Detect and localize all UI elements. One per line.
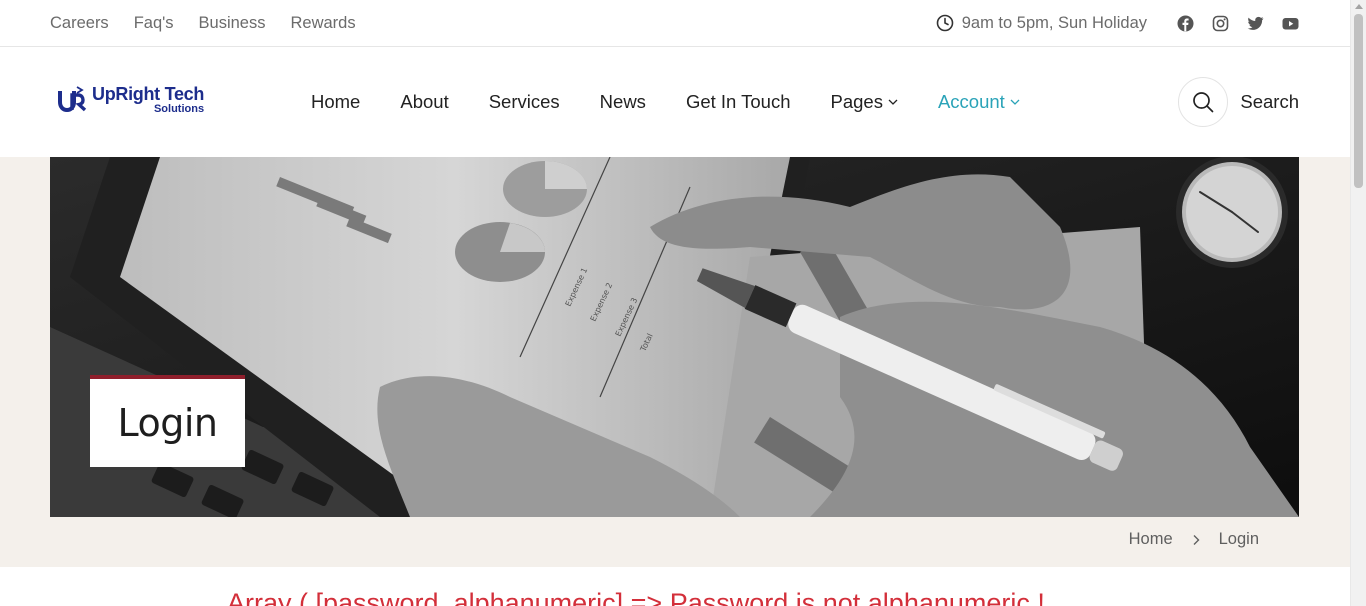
chevron-right-icon <box>1191 534 1201 546</box>
breadcrumb-home[interactable]: Home <box>1129 530 1173 549</box>
chevron-down-icon <box>1010 97 1020 107</box>
nav-get-in-touch[interactable]: Get In Touch <box>686 91 791 113</box>
hours-text: 9am to 5pm, Sun Holiday <box>961 13 1147 32</box>
logo-name: UpRight Tech <box>92 84 205 104</box>
scroll-thumb[interactable] <box>1354 14 1363 188</box>
facebook-icon[interactable] <box>1177 15 1194 32</box>
main-header: UpRight Tech Solutions Home About Servic… <box>0 47 1350 157</box>
top-link-business[interactable]: Business <box>199 14 266 33</box>
page-title-card: Login <box>90 375 245 467</box>
error-message: Array ( [password_alphanumeric] => Passw… <box>227 588 1045 606</box>
logo[interactable]: UpRight Tech Solutions <box>58 85 204 115</box>
instagram-icon[interactable] <box>1212 15 1229 32</box>
top-bar: Careers Faq's Business Rewards 9am to 5p… <box>0 0 1350 47</box>
top-link-faqs[interactable]: Faq's <box>134 14 174 33</box>
business-hours: 9am to 5pm, Sun Holiday <box>936 14 1147 33</box>
scroll-up-arrow[interactable] <box>1355 4 1363 9</box>
nav-about[interactable]: About <box>400 91 448 113</box>
nav-account[interactable]: Account <box>938 91 1020 113</box>
nav-services[interactable]: Services <box>489 91 560 113</box>
logo-subtitle: Solutions <box>153 103 205 115</box>
vertical-scrollbar[interactable] <box>1350 0 1366 606</box>
clock-icon <box>936 14 954 32</box>
page-title: Login <box>117 401 218 445</box>
breadcrumb-current: Login <box>1218 530 1259 548</box>
search-icon <box>1192 91 1214 113</box>
top-links: Careers Faq's Business Rewards <box>50 0 356 46</box>
nav-pages-label: Pages <box>830 91 883 112</box>
nav-account-label: Account <box>937 91 1005 112</box>
top-right: 9am to 5pm, Sun Holiday <box>936 0 1299 46</box>
social-links <box>1177 15 1299 32</box>
nav-pages[interactable]: Pages <box>831 91 898 113</box>
twitter-icon[interactable] <box>1247 15 1264 32</box>
search-label[interactable]: Search <box>1240 91 1299 113</box>
breadcrumb: Home Login <box>1129 530 1259 549</box>
nav-news[interactable]: News <box>600 91 646 113</box>
top-link-careers[interactable]: Careers <box>50 14 109 33</box>
upright-logo-icon <box>58 85 88 115</box>
top-link-rewards[interactable]: Rewards <box>290 14 355 33</box>
main-nav: Home About Services News Get In Touch Pa… <box>311 47 1020 157</box>
chevron-down-icon <box>888 97 898 107</box>
youtube-icon[interactable] <box>1282 15 1299 32</box>
search-circle[interactable] <box>1178 77 1229 127</box>
search-button[interactable]: Search <box>1178 77 1299 127</box>
nav-home[interactable]: Home <box>311 91 360 113</box>
